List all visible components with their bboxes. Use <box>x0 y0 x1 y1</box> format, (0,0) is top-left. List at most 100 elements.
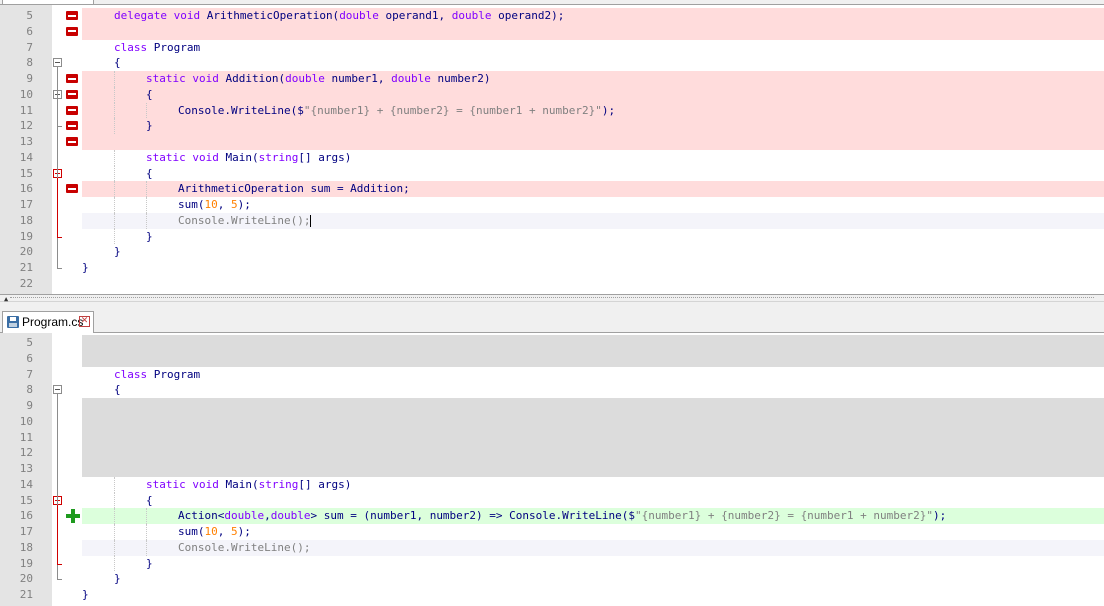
code-token: } <box>146 119 153 133</box>
code-line[interactable]: 22 <box>0 276 1104 292</box>
close-icon[interactable]: ✕ <box>79 316 90 327</box>
code-text-area[interactable]: } <box>82 260 1104 276</box>
code-line[interactable]: 18 Console.WriteLine(); <box>0 539 1104 556</box>
code-text-area[interactable]: { <box>82 382 1104 398</box>
code-line[interactable]: 19} <box>0 555 1104 572</box>
code-text: } <box>82 260 89 276</box>
splitter-grip <box>10 297 1094 300</box>
code-line[interactable]: 11 <box>0 429 1104 446</box>
pane-splitter[interactable]: ▲ <box>0 294 1104 303</box>
code-text-area[interactable]: Console.WriteLine($"{number1} + {number2… <box>82 102 1104 119</box>
code-text-area[interactable]: { <box>82 492 1104 509</box>
code-text-area[interactable]: } <box>82 571 1104 587</box>
code-line[interactable]: 20} <box>0 244 1104 260</box>
code-line[interactable]: 20} <box>0 571 1104 587</box>
line-number: 6 <box>26 24 33 38</box>
code-text-area[interactable] <box>82 445 1104 461</box>
code-text-area[interactable]: } <box>82 228 1104 245</box>
code-token: double <box>224 509 265 523</box>
code-text-area[interactable]: class Program <box>82 40 1104 56</box>
code-text-area[interactable]: { <box>82 165 1104 182</box>
code-text-area[interactable]: } <box>82 555 1104 572</box>
code-text-area[interactable] <box>82 398 1104 414</box>
code-line[interactable]: 15 { <box>0 492 1104 509</box>
code-line[interactable]: 12 <box>0 445 1104 461</box>
code-line[interactable]: 10 <box>0 413 1104 430</box>
code-token: number1, <box>324 72 392 85</box>
code-line[interactable]: 17 sum(10, 5); <box>0 197 1104 213</box>
code-line[interactable]: 13 <box>0 461 1104 477</box>
code-line[interactable]: 17 sum(10, 5); <box>0 524 1104 540</box>
code-text-area[interactable] <box>82 134 1104 150</box>
fold-toggle-icon[interactable] <box>53 58 62 68</box>
code-text-area[interactable]: static void Main(string[] args) <box>82 149 1104 166</box>
code-line[interactable]: 16 Action<double,double> sum = (number1, … <box>0 508 1104 524</box>
code-line[interactable]: 7 class Program <box>0 40 1104 56</box>
code-line[interactable]: 18 Console.WriteLine(); <box>0 212 1104 229</box>
code-text-area[interactable]: } <box>82 244 1104 260</box>
code-text-area[interactable]: static void Main(string[] args) <box>82 476 1104 493</box>
code-line[interactable]: 11 Console.WriteLine($"{number1} + {numbe… <box>0 102 1104 119</box>
code-line[interactable]: 5 delegate void ArithmeticOperation(doubl… <box>0 8 1104 24</box>
diff-pane-right[interactable]: 5 6 7 class Program 8{9 10 11 12 13 14 static void… <box>0 333 1104 606</box>
code-line[interactable]: 21} <box>0 587 1104 603</box>
code-text-area[interactable] <box>82 23 1104 40</box>
tab-program-cs[interactable]: Program.cs ✕ <box>2 311 94 333</box>
tab-label: Program.cs <box>22 315 84 329</box>
code-line[interactable]: 21} <box>0 260 1104 276</box>
code-text-area[interactable]: static void Addition(double number1, dou… <box>82 71 1104 87</box>
code-token: static <box>146 72 186 85</box>
code-text-area[interactable] <box>82 429 1104 446</box>
line-removed-icon <box>66 137 78 146</box>
line-number: 20 <box>19 245 33 259</box>
code-text-area[interactable]: Console.WriteLine(); <box>82 539 1104 556</box>
code-text-area[interactable] <box>82 335 1104 351</box>
code-line[interactable]: 15 { <box>0 165 1104 182</box>
code-line[interactable]: 19} <box>0 228 1104 245</box>
code-line[interactable]: 5 <box>0 335 1104 351</box>
code-line[interactable]: 13 <box>0 134 1104 150</box>
code-token: , <box>264 509 271 523</box>
code-line[interactable]: 10 { <box>0 86 1104 103</box>
code-line[interactable]: 6 <box>0 23 1104 40</box>
code-line[interactable]: 8{ <box>0 55 1104 71</box>
indent-guide <box>146 524 148 540</box>
code-text-area[interactable] <box>82 413 1104 430</box>
code-line[interactable]: 9 static void Addition(double number1, do… <box>0 71 1104 87</box>
line-number: 8 <box>26 56 33 70</box>
code-text-area[interactable]: sum(10, 5); <box>82 197 1104 213</box>
code-line[interactable]: 8{ <box>0 382 1104 398</box>
diff-pane-left[interactable]: 5 delegate void ArithmeticOperation(doubl… <box>0 5 1104 294</box>
line-number: 14 <box>19 477 33 491</box>
code-line[interactable]: 14 static void Main(string[] args) <box>0 476 1104 493</box>
fold-end-tick <box>57 563 62 565</box>
code-text-area[interactable]: { <box>82 55 1104 71</box>
code-text-area[interactable] <box>82 461 1104 477</box>
code-text: { <box>146 87 153 103</box>
code-line[interactable]: 16 ArithmeticOperation sum = Addition; <box>0 181 1104 197</box>
code-text-area[interactable]: Console.WriteLine(); <box>82 212 1104 229</box>
code-line[interactable]: 9 <box>0 398 1104 414</box>
code-text-area[interactable]: } <box>82 587 1104 603</box>
fold-end-tick <box>57 579 62 581</box>
code-text: Console.WriteLine($"{number1} + {number2… <box>178 103 615 119</box>
code-text: class Program <box>114 40 200 56</box>
code-text-area[interactable]: class Program <box>82 367 1104 383</box>
code-text: Console.WriteLine(); <box>178 213 312 229</box>
indent-guide <box>146 181 148 197</box>
code-line[interactable]: 12} <box>0 118 1104 134</box>
code-text-area[interactable]: } <box>82 118 1104 134</box>
line-number: 7 <box>26 40 33 54</box>
code-text-area[interactable]: delegate void ArithmeticOperation(double… <box>82 8 1104 24</box>
code-line[interactable]: 14 static void Main(string[] args) <box>0 149 1104 166</box>
code-text-area[interactable] <box>82 276 1104 292</box>
fold-toggle-icon[interactable] <box>53 385 62 395</box>
top-tab-edge[interactable] <box>2 0 94 4</box>
code-text-area[interactable] <box>82 350 1104 367</box>
code-text-area[interactable]: { <box>82 86 1104 103</box>
code-text-area[interactable]: ArithmeticOperation sum = Addition; <box>82 181 1104 197</box>
code-line[interactable]: 7 class Program <box>0 367 1104 383</box>
code-text-area[interactable]: Action<double,double> sum = (number1, nu… <box>82 508 1104 524</box>
code-text-area[interactable]: sum(10, 5); <box>82 524 1104 540</box>
code-line[interactable]: 6 <box>0 350 1104 367</box>
